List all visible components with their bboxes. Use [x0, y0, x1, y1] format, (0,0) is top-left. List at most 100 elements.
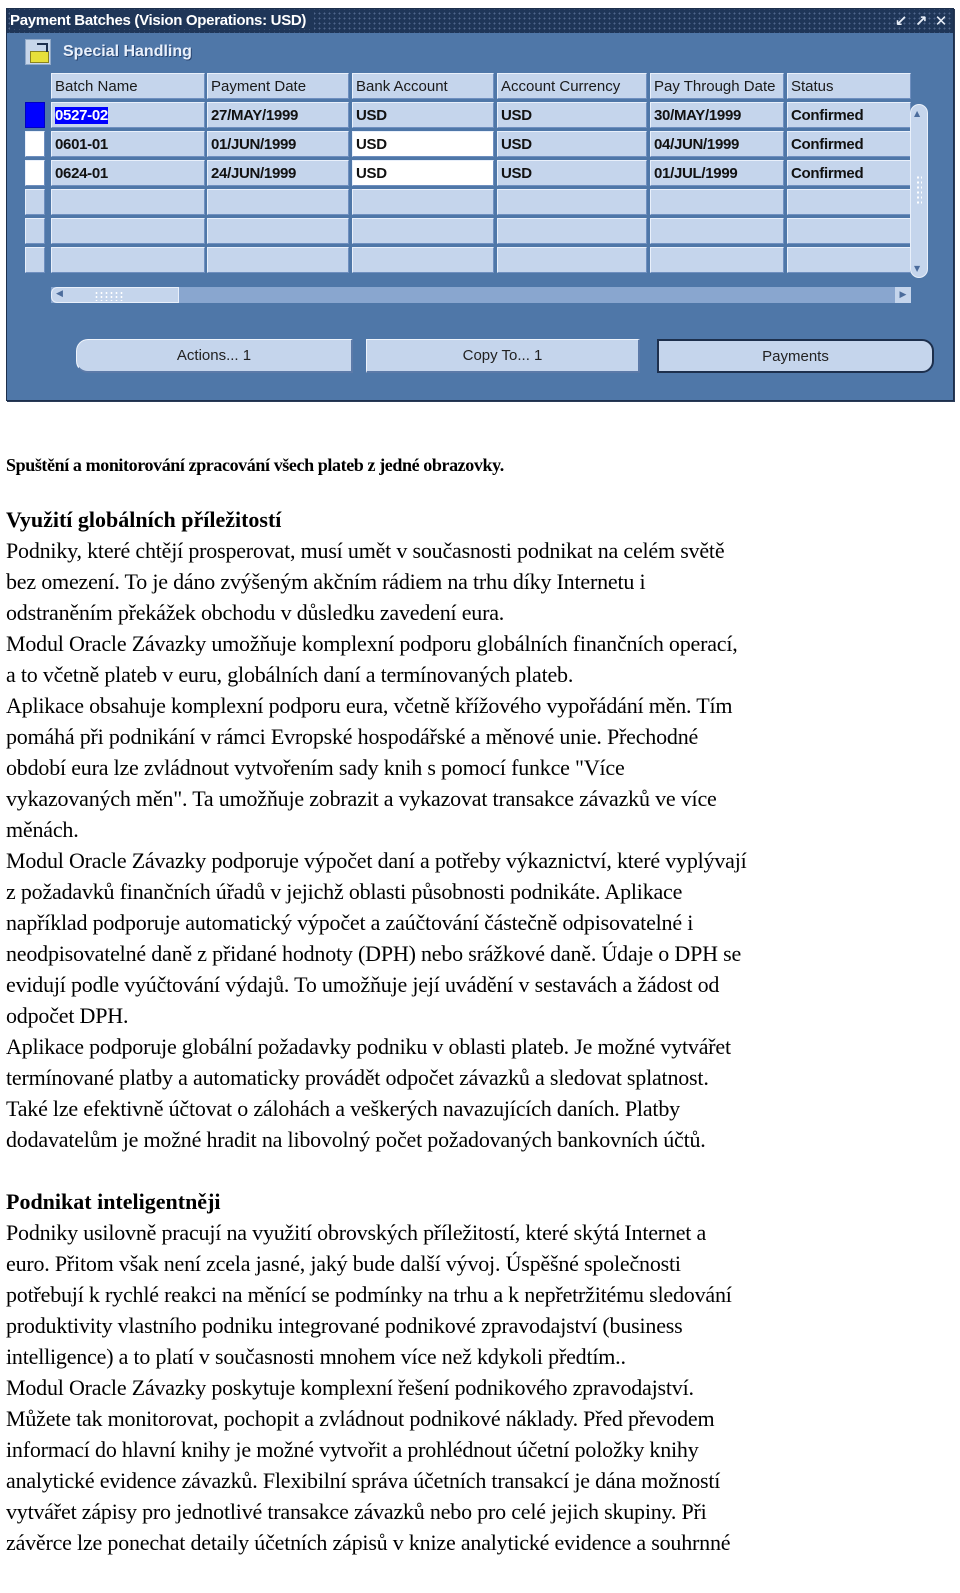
scroll-down-icon[interactable]: ▼	[914, 264, 920, 273]
bank-account-field[interactable]	[352, 189, 494, 215]
text-line: Podniky usilovně pracují na využití obro…	[6, 1220, 707, 1245]
payment-date-field[interactable]	[207, 189, 349, 215]
account-currency-field[interactable]	[497, 218, 647, 244]
text-line: období eura lze zvládnout vytvořením sad…	[6, 755, 625, 780]
close-icon[interactable]: ✕	[933, 11, 949, 31]
text-line: například podporuje automatický výpočet …	[6, 910, 694, 935]
horizontal-scrollbar[interactable]: ◀ ▶	[51, 287, 911, 303]
pay-through-date-field[interactable]: 30/MAY/1999	[650, 102, 784, 128]
text-line: a to včetně plateb v euru, globálních da…	[6, 662, 574, 687]
account-currency-field[interactable]	[497, 247, 647, 273]
status-field[interactable]: Confirmed	[787, 131, 911, 157]
text-line: analytické evidence závazků. Flexibilní …	[6, 1468, 721, 1493]
scroll-up-icon[interactable]: ▲	[914, 109, 920, 118]
column-header-payment-date: Payment Date	[207, 73, 349, 99]
section-body: Podniky, které chtějí prosperovat, musí …	[6, 535, 954, 1155]
text-line: bez omezení. To je dáno zvýšeným akčním …	[6, 569, 646, 594]
bank-account-field[interactable]	[352, 247, 494, 273]
pay-through-date-field[interactable]: 04/JUN/1999	[650, 131, 784, 157]
bank-account-field[interactable]: USD	[352, 131, 494, 157]
column-header-pay-through-date: Pay Through Date	[650, 73, 784, 99]
horizontal-scroll-thumb[interactable]: ◀	[51, 287, 179, 303]
text-line: intelligence) a to platí v současnosti m…	[6, 1344, 626, 1369]
status-field[interactable]: Confirmed	[787, 102, 911, 128]
status-field[interactable]: Confirmed	[787, 160, 911, 186]
pay-through-date-field[interactable]	[650, 247, 784, 273]
text-line: Také lze efektivně účtovat o zálohách a …	[6, 1096, 680, 1121]
text-line: Aplikace obsahuje komplexní podporu eura…	[6, 693, 733, 718]
row-selector[interactable]	[25, 218, 45, 244]
row-selector[interactable]	[25, 131, 45, 157]
minimize-icon[interactable]: ↙	[893, 11, 909, 31]
pay-through-date-field[interactable]	[650, 218, 784, 244]
bank-account-field[interactable]	[352, 218, 494, 244]
text-line: Modul Oracle Závazky umožňuje komplexní …	[6, 631, 738, 656]
payment-date-field[interactable]: 24/JUN/1999	[207, 160, 349, 186]
account-currency-field[interactable]: USD	[497, 160, 647, 186]
payment-date-field[interactable]	[207, 247, 349, 273]
status-field[interactable]	[787, 247, 911, 273]
text-line: odstraněním překážek obchodu v důsledku …	[6, 600, 505, 625]
scroll-left-icon[interactable]: ◀	[56, 289, 63, 299]
row-selector[interactable]	[25, 247, 45, 273]
text-line: z požadavků finančních úřadů v jejichž o…	[6, 879, 683, 904]
copy-to-button[interactable]: Copy To... 1	[366, 339, 640, 373]
row-selector[interactable]	[25, 102, 45, 128]
window-titlebar[interactable]: Payment Batches (Vision Operations: USD)…	[7, 9, 953, 33]
text-line: termínované platby a automaticky provádě…	[6, 1065, 709, 1090]
account-currency-field[interactable]: USD	[497, 102, 647, 128]
text-line: pomáhá při podnikání v rámci Evropské ho…	[6, 724, 699, 749]
pay-through-date-field[interactable]: 01/JUL/1999	[650, 160, 784, 186]
row-selector[interactable]	[25, 160, 45, 186]
payment-date-field[interactable]	[207, 218, 349, 244]
text-line: evidují podle vyúčtování výdajů. To umož…	[6, 972, 720, 997]
window-title: Payment Batches (Vision Operations: USD)	[10, 12, 315, 29]
payment-date-field[interactable]: 01/JUN/1999	[207, 131, 349, 157]
batch-name-field[interactable]	[51, 247, 205, 273]
section-title: Special Handling	[63, 43, 192, 60]
scroll-thumb-grip	[94, 291, 124, 301]
section-heading: Podnikat inteligentněji	[6, 1189, 221, 1214]
document-body: Spuštění a monitorování zpracování všech…	[6, 455, 954, 1558]
row-selector[interactable]	[25, 189, 45, 215]
status-field[interactable]	[787, 218, 911, 244]
text-line: informací do hlavní knihy je možné vytvo…	[6, 1437, 699, 1462]
text-line: euro. Přitom však není zcela jasné, jaký…	[6, 1251, 681, 1276]
batch-name-field[interactable]: 0624-01	[51, 160, 205, 186]
batch-name-field[interactable]	[51, 218, 205, 244]
scroll-thumb-grip[interactable]	[916, 175, 922, 205]
scroll-right-icon[interactable]: ▶	[895, 287, 911, 303]
batch-name-field[interactable]: 0527-02	[51, 102, 205, 128]
bank-account-field[interactable]: USD	[352, 102, 494, 128]
account-currency-field[interactable]: USD	[497, 131, 647, 157]
batch-name-field[interactable]: 0601-01	[51, 131, 205, 157]
text-line: Modul Oracle Závazky podporuje výpočet d…	[6, 848, 747, 873]
open-folder-icon[interactable]	[25, 39, 51, 65]
status-field[interactable]	[787, 189, 911, 215]
batch-name-field[interactable]	[51, 189, 205, 215]
bank-account-field[interactable]: USD	[352, 160, 494, 186]
text-line: potřebují k rychlé reakci na měnící se p…	[6, 1282, 732, 1307]
column-header-account-currency: Account Currency	[497, 73, 647, 99]
maximize-icon[interactable]: ↗	[913, 11, 929, 31]
section-body: Podniky usilovně pracují na využití obro…	[6, 1217, 954, 1558]
section-heading: Využití globálních příležitostí	[6, 507, 282, 532]
vertical-scrollbar[interactable]: ▲ ▼	[910, 104, 928, 278]
text-line: neodpisovatelné daně z přidané hodnoty (…	[6, 941, 742, 966]
text-line: odpočet DPH.	[6, 1003, 129, 1028]
text-line: vytvářet zápisy pro jednotlivé transakce…	[6, 1499, 707, 1524]
payment-batches-window: Payment Batches (Vision Operations: USD)…	[6, 8, 954, 401]
text-line: vykazovaných měn". Ta umožňuje zobrazit …	[6, 786, 717, 811]
column-header-status: Status	[787, 73, 911, 99]
text-line: Můžete tak monitorovat, pochopit a zvlád…	[6, 1406, 715, 1431]
payments-button[interactable]: Payments	[657, 339, 934, 373]
text-line: měnách.	[6, 817, 79, 842]
column-header-bank-account: Bank Account	[352, 73, 494, 99]
payment-date-field[interactable]: 27/MAY/1999	[207, 102, 349, 128]
text-line: Aplikace podporuje globální požadavky po…	[6, 1034, 731, 1059]
text-line: produktivity vlastního podniku integrova…	[6, 1313, 683, 1338]
actions-button[interactable]: Actions... 1	[76, 339, 353, 373]
account-currency-field[interactable]	[497, 189, 647, 215]
pay-through-date-field[interactable]	[650, 189, 784, 215]
text-line: Modul Oracle Závazky poskytuje komplexní…	[6, 1375, 694, 1400]
